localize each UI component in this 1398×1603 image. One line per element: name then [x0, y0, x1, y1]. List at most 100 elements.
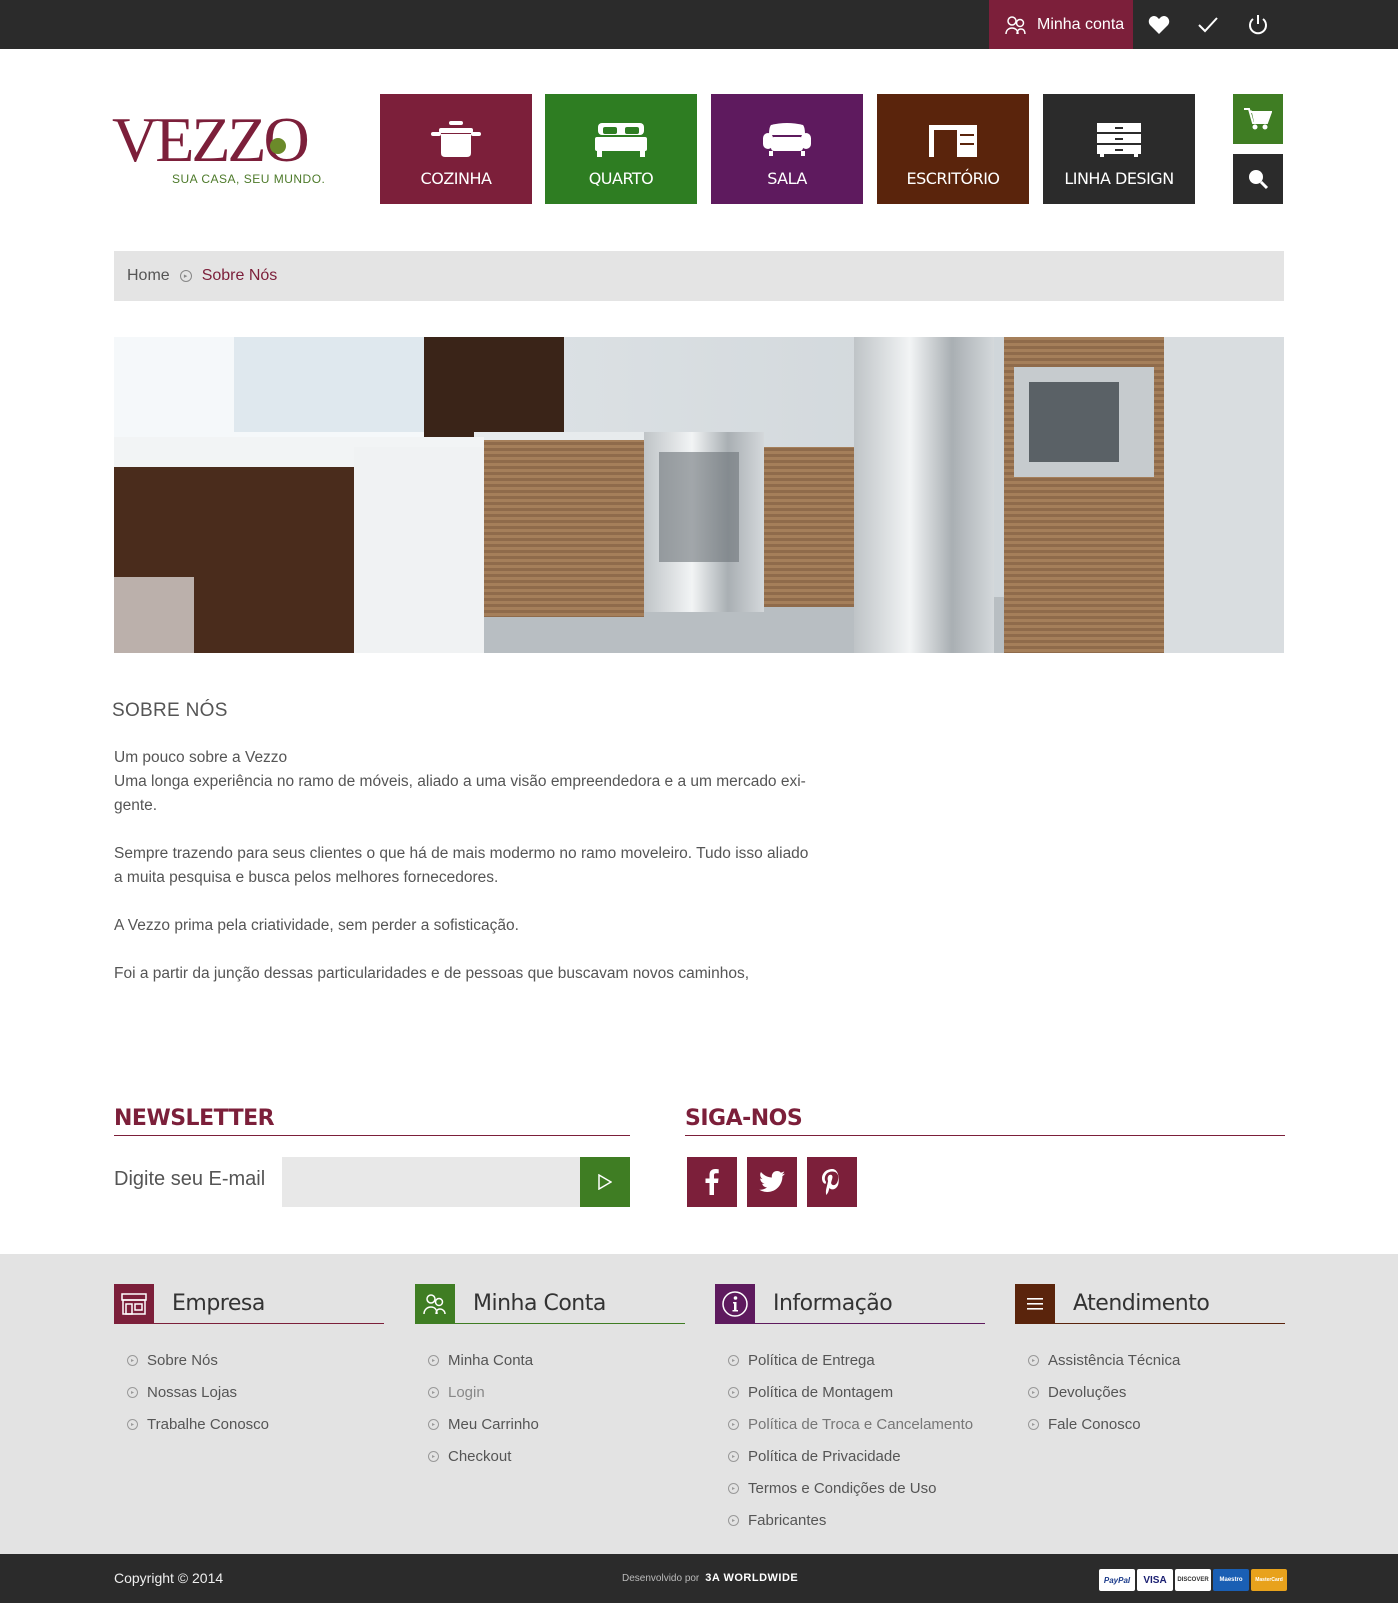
- search-icon: [1249, 170, 1269, 190]
- developer-logo[interactable]: 3A WORLDWIDE: [705, 1572, 798, 1584]
- pinterest-icon: [822, 1169, 839, 1195]
- chevron-right-icon: ▸: [728, 1386, 739, 1398]
- footer-column-header: Empresa: [114, 1283, 384, 1324]
- about-paragraph: A Vezzo prima pela criatividade, sem per…: [114, 917, 519, 934]
- power-icon[interactable]: [1245, 12, 1271, 38]
- breadcrumb: Home ▸ Sobre Nós: [114, 251, 1284, 301]
- footer-link[interactable]: ▸ Devoluções: [1028, 1376, 1285, 1408]
- about-title: SOBRE NÓS: [112, 700, 228, 721]
- my-account-button[interactable]: Minha conta: [989, 0, 1133, 49]
- chevron-right-icon: ▸: [127, 1354, 138, 1366]
- developed-by: Desenvolvido por 3A WORLDWIDE: [622, 1572, 798, 1584]
- top-bar: Minha conta: [0, 0, 1398, 49]
- footer-link[interactable]: ▸ Sobre Nós: [127, 1344, 384, 1376]
- chevron-right-icon: ▸: [428, 1418, 439, 1430]
- bed-icon: [595, 123, 647, 157]
- chevron-right-icon: ▸: [428, 1354, 439, 1366]
- footer-link[interactable]: ▸ Trabalhe Conosco: [127, 1408, 384, 1440]
- drawers-icon: [1097, 123, 1141, 157]
- cart-button[interactable]: [1233, 94, 1283, 144]
- chevron-right-icon: ▸: [179, 270, 192, 282]
- footer-link-label: Sobre Nós: [147, 1351, 218, 1369]
- twitter-icon: [759, 1171, 785, 1192]
- twitter-button[interactable]: [747, 1157, 797, 1207]
- footer-link-label: Fale Conosco: [1048, 1415, 1141, 1433]
- about-paragraph: Sempre trazendo para seus clientes o que…: [114, 845, 809, 886]
- newsletter-email-input[interactable]: [282, 1157, 580, 1207]
- newsletter-label: Digite seu E-mail: [114, 1168, 266, 1190]
- footer-link[interactable]: ▸ Minha Conta: [428, 1344, 685, 1376]
- footer-link-label: Política de Privacidade: [748, 1447, 901, 1465]
- footer-link[interactable]: ▸ Checkout: [428, 1440, 685, 1472]
- footer-link[interactable]: ▸ Política de Montagem: [728, 1376, 985, 1408]
- category-label: ESCRITÓRIO: [906, 169, 1000, 188]
- chevron-right-icon: ▸: [428, 1450, 439, 1462]
- facebook-icon: [705, 1169, 719, 1195]
- footer-link[interactable]: ▸ Política de Privacidade: [728, 1440, 985, 1472]
- heart-icon[interactable]: [1146, 12, 1172, 38]
- category-linha-design[interactable]: LINHA DESIGN: [1043, 94, 1195, 204]
- footer-link[interactable]: ▸ Assistência Técnica: [1028, 1344, 1285, 1376]
- category-label: LINHA DESIGN: [1064, 169, 1174, 188]
- category-sala[interactable]: SALA: [711, 94, 863, 204]
- footer-link-label: Checkout: [448, 1447, 512, 1465]
- about-paragraph: Um pouco sobre a Vezzo Uma longa experiê…: [114, 749, 806, 814]
- category-cozinha[interactable]: COZINHA: [380, 94, 532, 204]
- info-icon: [715, 1283, 755, 1324]
- newsletter-heading: NEWSLETTER: [114, 1106, 630, 1136]
- footer-link-label: Fabricantes: [748, 1511, 827, 1529]
- copyright: Copyright © 2014: [114, 1570, 224, 1586]
- chevron-right-icon: ▸: [428, 1386, 439, 1398]
- footer-link-label: Login: [448, 1383, 485, 1401]
- footer-link-label: Termos e Condições de Uso: [748, 1479, 937, 1497]
- category-quarto[interactable]: QUARTO: [545, 94, 697, 204]
- footer-link[interactable]: ▸ Fabricantes: [728, 1504, 985, 1536]
- chevron-right-icon: ▸: [127, 1418, 138, 1430]
- chevron-right-icon: ▸: [728, 1418, 739, 1430]
- facebook-button[interactable]: [687, 1157, 737, 1207]
- footer-column-empresa: Empresa ▸ Sobre Nós ▸ Nossas Lojas ▸ Trabal…: [114, 1283, 384, 1440]
- breadcrumb-home[interactable]: Home: [127, 267, 170, 285]
- footer-column-title: Empresa: [172, 1291, 265, 1316]
- pot-icon: [431, 121, 481, 157]
- category-label: SALA: [767, 169, 807, 188]
- check-icon[interactable]: [1195, 12, 1221, 38]
- footer-link[interactable]: ▸ Fale Conosco: [1028, 1408, 1285, 1440]
- about-paragraph: Foi a partir da junção dessas particular…: [114, 965, 750, 982]
- chevron-right-icon: ▸: [728, 1450, 739, 1462]
- developed-by-label: Desenvolvido por: [622, 1572, 700, 1584]
- desk-icon: [929, 125, 977, 157]
- chevron-right-icon: ▸: [728, 1514, 739, 1526]
- newsletter-submit-button[interactable]: [580, 1157, 630, 1207]
- footer-link[interactable]: ▸ Nossas Lojas: [127, 1376, 384, 1408]
- payment-methods: PayPal VISA DISCOVER Maestro MasterCard: [1099, 1569, 1287, 1591]
- footer-column-header: Minha Conta: [415, 1283, 685, 1324]
- cart-icon: [1244, 108, 1272, 130]
- footer-link[interactable]: ▸ Política de Troca e Cancelamento: [728, 1408, 985, 1440]
- footer-column-title: Informação: [773, 1291, 893, 1316]
- paypal-logo: PayPal: [1099, 1569, 1135, 1591]
- hero-kitchen-image: [114, 337, 1284, 653]
- footer-link[interactable]: ▸ Login: [428, 1376, 685, 1408]
- vezzo-logo[interactable]: VEZZO SUA CASA, SEU MUNDO.: [112, 108, 325, 192]
- footer-link[interactable]: ▸ Meu Carrinho: [428, 1408, 685, 1440]
- footer-column-title: Minha Conta: [473, 1291, 606, 1316]
- footer-link-label: Devoluções: [1048, 1383, 1127, 1401]
- my-account-label: Minha conta: [1037, 15, 1125, 33]
- category-escritorio[interactable]: ESCRITÓRIO: [877, 94, 1029, 204]
- chevron-right-icon: ▸: [728, 1482, 739, 1494]
- category-label: COZINHA: [420, 169, 492, 188]
- footer-column-title: Atendimento: [1073, 1291, 1210, 1316]
- footer-link[interactable]: ▸ Política de Entrega: [728, 1344, 985, 1376]
- mastercard-logo: MasterCard: [1251, 1569, 1287, 1591]
- sofa-icon: [763, 123, 811, 156]
- about-text: Um pouco sobre a Vezzo Uma longa experiê…: [114, 746, 814, 1010]
- search-button[interactable]: [1233, 154, 1283, 204]
- users-icon: [415, 1283, 455, 1324]
- footer-link-label: Nossas Lojas: [147, 1383, 238, 1401]
- footer-link-label: Política de Entrega: [748, 1351, 875, 1369]
- footer-link-label: Política de Montagem: [748, 1383, 894, 1401]
- social-heading: SIGA-NOS: [685, 1106, 1285, 1136]
- footer-link[interactable]: ▸ Termos e Condições de Uso: [728, 1472, 985, 1504]
- pinterest-button[interactable]: [807, 1157, 857, 1207]
